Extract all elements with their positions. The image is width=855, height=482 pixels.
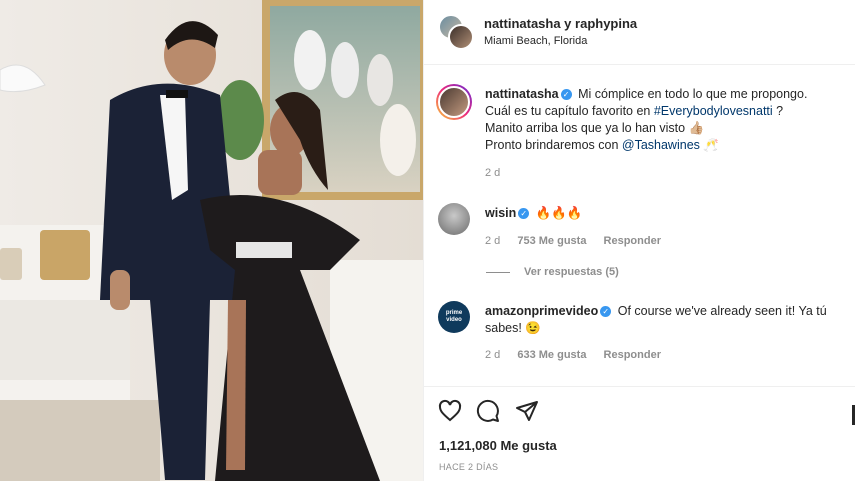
post-photo[interactable] [0, 0, 423, 481]
likes-count[interactable]: 1,121,080 Me gusta [439, 438, 557, 453]
prime-video-logo-text: prime video [445, 310, 463, 323]
caption-line-3: Manito arriba los que ya lo han visto 👍🏼 [485, 121, 705, 135]
avatar[interactable] [438, 203, 470, 235]
share-icon[interactable] [515, 399, 539, 428]
reply-button[interactable]: Responder [604, 349, 661, 361]
bookmark-icon[interactable] [850, 403, 855, 432]
hashtag-link[interactable]: #Everybodylovesnatti [654, 104, 773, 118]
comment-text: wisin ✓ 🔥🔥🔥 [485, 205, 845, 222]
comment-item: wisin ✓ 🔥🔥🔥 2 d 753 Me gusta Responder [438, 203, 848, 253]
heart-icon[interactable] [438, 399, 462, 428]
comment-time[interactable]: 2 d [485, 349, 500, 361]
post-authors[interactable]: nattinatasha y raphypina [484, 16, 637, 31]
comment-meta: 2 d 633 Me gusta Responder [485, 349, 675, 361]
post-location[interactable]: Miami Beach, Florida [484, 35, 587, 47]
comment-likes[interactable]: 753 Me gusta [517, 235, 586, 247]
caption-text: nattinatasha ✓ Mi cómplice en todo lo que… [485, 86, 845, 154]
action-icons [438, 399, 549, 425]
replies-divider [486, 271, 510, 273]
comment-time[interactable]: 2 d [485, 235, 500, 247]
verified-icon: ✓ [600, 306, 612, 317]
mention-link[interactable]: @Tashawines [622, 138, 700, 152]
post-actions: 1,121,080 Me gusta HACE 2 DÍAS [424, 386, 855, 482]
comment-meta: 2 d 753 Me gusta Responder [485, 235, 675, 247]
caption-line-2: Cuál es tu capítulo favorito en [485, 104, 654, 118]
comment-text: amazonprimevideo ✓ Of course we've alread… [485, 303, 845, 337]
caption-time[interactable]: 2 d [485, 167, 500, 179]
avatar [448, 24, 474, 50]
caption: nattinatasha ✓ Mi cómplice en todo lo que… [436, 84, 848, 186]
comment-item: prime video amazonprimevideo ✓ Of course … [438, 301, 848, 371]
avatar[interactable]: prime video [438, 301, 470, 333]
avatar[interactable] [436, 84, 472, 120]
verified-icon: ✓ [560, 89, 572, 100]
post-image [0, 0, 423, 481]
comment-username[interactable]: amazonprimevideo [485, 304, 598, 318]
reply-button[interactable]: Responder [604, 235, 661, 247]
post-time: HACE 2 DÍAS [439, 462, 499, 472]
verified-icon: ✓ [518, 208, 530, 219]
comment-body: 🔥🔥🔥 [535, 206, 583, 220]
view-replies-button[interactable]: Ver respuestas (5) [486, 266, 619, 278]
collab-avatars[interactable] [438, 14, 474, 50]
comment-icon[interactable] [476, 399, 500, 428]
caption-line-1: Mi cómplice en todo lo que me propongo. [578, 87, 808, 101]
caption-line-4-end: 🥂 [699, 138, 719, 152]
caption-line-4: Pronto brindaremos con [485, 138, 622, 152]
caption-meta: 2 d [485, 167, 514, 179]
caption-username[interactable]: nattinatasha [485, 87, 559, 101]
view-replies-label: Ver respuestas (5) [524, 266, 619, 278]
post-panel: nattinatasha y raphypina Miami Beach, Fl… [423, 0, 855, 481]
comment-username[interactable]: wisin [485, 206, 516, 220]
caption-line-2-end: ? [772, 104, 784, 118]
post-header: nattinatasha y raphypina Miami Beach, Fl… [424, 0, 855, 65]
comment-likes[interactable]: 633 Me gusta [517, 349, 586, 361]
